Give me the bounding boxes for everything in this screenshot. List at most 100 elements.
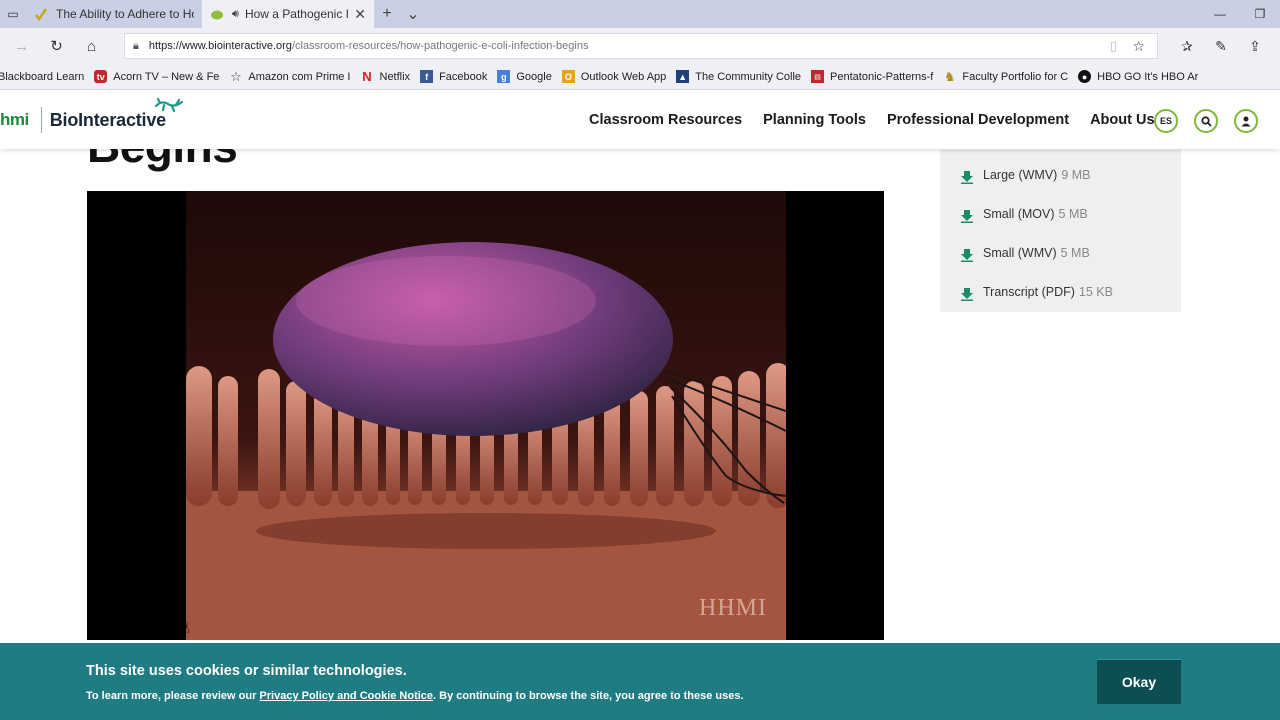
okay-button[interactable]: Okay: [1097, 659, 1181, 704]
page-content: Begins: [0, 91, 1280, 720]
download-arrow-icon: [961, 248, 973, 262]
download-arrow-icon: [961, 287, 973, 301]
new-tab-plus-icon[interactable]: +: [374, 0, 400, 28]
minimize-icon[interactable]: —: [1200, 0, 1240, 28]
biointeractive-logo[interactable]: hmi BioInteractive: [0, 97, 184, 141]
bookmark-label: Facebook: [439, 70, 488, 83]
url-field[interactable]: 🔒︎ https://www.biointeractive.org/classr…: [124, 33, 1158, 59]
favorite-star-icon[interactable]: ☆: [1132, 38, 1145, 55]
bookmark-outlook[interactable]: O Outlook Web App: [561, 70, 667, 83]
favorites-hub-icon[interactable]: ✰: [1170, 28, 1204, 64]
download-arrow-icon: [961, 209, 973, 223]
logo-biointeractive-text: BioInteractive: [49, 109, 166, 130]
bookmark-community-college[interactable]: ▲ The Community Colle: [676, 70, 801, 83]
bookmark-label: The Community Colle: [695, 70, 802, 83]
url-host: https://www.biointeractive.org: [148, 40, 292, 52]
check-favicon-icon: [35, 8, 48, 21]
bookmark-label: Pentatonic-Patterns-f: [830, 70, 934, 83]
main-nav: Classroom Resources Planning Tools Profe…: [589, 91, 1176, 149]
download-small-mov[interactable]: Small (MOV) 5 MB: [960, 194, 1181, 233]
share-icon[interactable]: ⇪: [1238, 28, 1272, 64]
site-header: hmi BioInteractive Classroom Resources P…: [0, 91, 1280, 149]
tab-title: How a Pathogenic I: [244, 7, 349, 21]
nav-classroom-resources[interactable]: Classroom Resources: [589, 112, 742, 128]
nav-about-us[interactable]: About Us: [1090, 112, 1154, 128]
facebook-icon: f: [420, 70, 434, 83]
bookmark-netflix[interactable]: N Netflix: [361, 69, 411, 84]
bookmark-label: Acorn TV – New & Fe: [113, 70, 220, 83]
reading-view-icon[interactable]: ▯: [1110, 38, 1117, 54]
close-tab-icon[interactable]: ✕: [354, 6, 366, 23]
netflix-icon: N: [362, 69, 372, 84]
forward-arrow-icon[interactable]: →: [4, 28, 39, 64]
nav-planning-tools[interactable]: Planning Tools: [763, 112, 866, 128]
restore-icon[interactable]: ❐: [1240, 0, 1280, 28]
download-size: 5 MB: [1058, 206, 1088, 221]
college-icon: ▲: [676, 70, 690, 83]
bookmark-google[interactable]: g Google: [497, 70, 552, 83]
tab-preview-icon[interactable]: ▭: [0, 0, 26, 28]
bookmark-hbo-go[interactable]: ● HBO GO It's HBO Ar: [1078, 70, 1198, 83]
bookmark-facebook[interactable]: f Facebook: [420, 70, 487, 83]
tab-pathogenic-ecoli[interactable]: 🔊︎ How a Pathogenic I ✕: [202, 0, 374, 28]
download-arrow-icon: [961, 170, 973, 184]
google-icon: g: [497, 70, 511, 83]
window-controls: — ❐: [1200, 0, 1280, 28]
download-small-wmv[interactable]: Small (WMV) 5 MB: [960, 233, 1181, 272]
lock-icon: 🔒︎: [133, 39, 139, 52]
download-label: Small (MOV): [983, 206, 1055, 221]
video-frame-ecoli: [186, 191, 786, 640]
cookie-text-after: . By continuing to browse the site, you …: [433, 690, 744, 702]
address-toolbar: → ↻ ⌂ 🔒︎ https://www.biointeractive.org /…: [0, 28, 1280, 64]
cookie-title: This site uses cookies or similar techno…: [86, 663, 407, 679]
browser-tab-bar: ▭ The Ability to Adhere to Ho 🔊︎ How a P…: [0, 0, 1280, 28]
download-label: Transcript (PDF): [983, 284, 1075, 299]
favorites-bar: Blackboard Learn tv Acorn TV – New & Fe …: [0, 64, 1280, 90]
search-button[interactable]: [1194, 109, 1218, 133]
tab-title: The Ability to Adhere to Ho: [56, 7, 194, 21]
logo-divider: [40, 107, 42, 133]
language-es-button[interactable]: ES: [1154, 109, 1178, 133]
portfolio-icon: ♞: [944, 68, 956, 84]
bookmark-acorn-tv[interactable]: tv Acorn TV – New & Fe: [94, 70, 219, 83]
download-transcript-pdf[interactable]: Transcript (PDF) 15 KB: [960, 272, 1181, 311]
hbo-icon: ●: [1078, 70, 1092, 83]
download-label: Small (WMV): [983, 245, 1057, 260]
bookmark-pentatonic[interactable]: ▤ Pentatonic-Patterns-f: [811, 70, 933, 83]
cookie-text: To learn more, please review our Privacy…: [86, 690, 744, 702]
acorn-tv-icon: tv: [94, 70, 108, 83]
web-note-pen-icon[interactable]: ✎: [1204, 28, 1238, 64]
download-size: 9 MB: [1061, 167, 1091, 182]
nav-professional-development[interactable]: Professional Development: [887, 112, 1069, 128]
home-icon[interactable]: ⌂: [74, 28, 109, 64]
star-icon: ☆: [230, 68, 242, 84]
bookmark-label: HBO GO It's HBO Ar: [1097, 70, 1199, 83]
biointeractive-favicon-icon: [211, 10, 223, 20]
bookmark-faculty-portfolio[interactable]: ♞ Faculty Portfolio for C: [943, 68, 1069, 84]
bookmark-label: Faculty Portfolio for C: [962, 70, 1069, 83]
video-watermark: HHMI: [699, 595, 767, 621]
download-size: 15 KB: [1078, 284, 1113, 299]
speaker-icon[interactable]: 🔊︎: [232, 8, 239, 21]
tab-ability-to-adhere[interactable]: The Ability to Adhere to Ho: [26, 0, 202, 28]
browser-tools: ✰ ✎ ⇪: [1170, 28, 1272, 64]
outlook-icon: O: [561, 70, 575, 83]
download-list: Large (WMV) 9 MB Small (MOV) 5 MB Small (W…: [940, 149, 1181, 312]
search-icon: [1200, 115, 1212, 127]
bookmark-label: Outlook Web App: [580, 70, 667, 83]
privacy-policy-link[interactable]: Privacy Policy and Cookie Notice: [259, 690, 433, 702]
account-button[interactable]: [1234, 109, 1258, 133]
cookie-text-before: To learn more, please review our: [86, 690, 260, 702]
refresh-icon[interactable]: ↻: [39, 28, 74, 64]
bookmark-blackboard[interactable]: Blackboard Learn: [0, 71, 84, 83]
hand-cursor-icon: ☝: [180, 620, 190, 637]
bookmark-label: Google: [516, 70, 552, 83]
bookmark-amazon[interactable]: ☆ Amazon com Prime I: [229, 68, 350, 84]
download-label: Large (WMV): [983, 167, 1058, 182]
download-size: 5 MB: [1060, 245, 1090, 260]
tab-list-chevron-down-icon[interactable]: ⌄: [400, 0, 426, 28]
download-large-wmv[interactable]: Large (WMV) 9 MB: [960, 155, 1181, 194]
url-path: /classroom-resources/how-pathogenic-e-co…: [291, 40, 589, 52]
video-player[interactable]: HHMI: [87, 191, 884, 640]
bookmark-label: Netflix: [379, 70, 411, 83]
